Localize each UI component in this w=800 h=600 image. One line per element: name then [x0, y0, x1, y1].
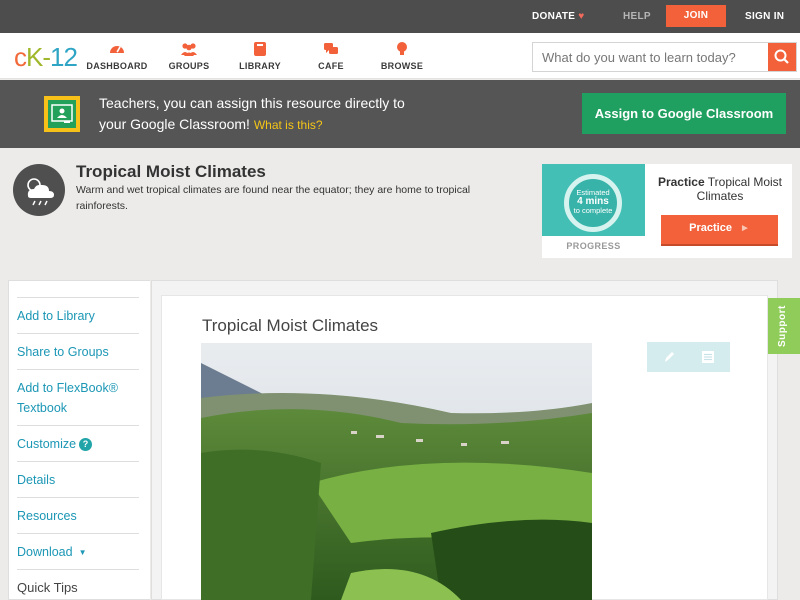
concept-description: Warm and wet tropical climates are found… [76, 184, 471, 212]
nav-dashboard-label: DASHBOARD [86, 61, 148, 71]
article-title: Tropical Moist Climates [202, 316, 379, 335]
sidebar-customize[interactable]: Customize? [17, 425, 139, 454]
practice-button[interactable]: Practice ► [661, 215, 778, 244]
people-icon [181, 43, 197, 56]
practice-title-rest: Tropical Moist Climates [696, 175, 783, 203]
logo-dash: - [42, 42, 51, 72]
practice-button-label: Practice [689, 222, 732, 234]
help-icon[interactable]: ? [79, 438, 93, 451]
logo-c: c [14, 42, 27, 72]
notes-icon[interactable] [700, 349, 716, 365]
nav-cafe[interactable]: CAFE [296, 41, 366, 71]
chevron-right-icon: ► [739, 223, 750, 234]
sidebar-add-to-flexbook[interactable]: Add to FlexBook® Textbook [17, 369, 139, 418]
nav-cafe-label: CAFE [318, 61, 344, 71]
chat-bubbles-icon [324, 43, 338, 54]
search-button[interactable] [768, 43, 796, 71]
sidebar-share-to-groups[interactable]: Share to Groups [17, 333, 139, 362]
nav-library-label: LIBRARY [239, 61, 281, 71]
sidebar-download-label: Download [17, 545, 73, 559]
progress-label: PROGRESS [566, 241, 621, 251]
nav-groups-label: GROUPS [168, 61, 210, 71]
tropical-landscape-image [201, 343, 592, 600]
sidebar-download[interactable]: Download ▼ [17, 533, 139, 563]
sidebar-details[interactable]: Details [17, 461, 139, 490]
article-tools [647, 342, 730, 372]
practice-title-bold: Practice [657, 175, 705, 189]
page: DONATE ♥ HELP JOIN SIGN IN cK-12 DASHBOAR… [0, 0, 800, 600]
nav-browse[interactable]: BROWSE [367, 41, 437, 71]
assign-to-classroom-button[interactable]: Assign to Google Classroom [582, 93, 786, 134]
support-tab[interactable]: Support [768, 298, 800, 354]
google-classroom-banner: Teachers, you can assign this resource d… [0, 80, 800, 148]
practice-card: Estimated 4 mins to complete PROGRESS Pr… [542, 164, 792, 258]
search-box [532, 42, 797, 72]
support-label: Support [777, 305, 788, 347]
concept-title: Tropical Moist Climates [76, 162, 266, 181]
classroom-message: Teachers, you can assign this resource d… [99, 93, 539, 136]
estimate-line3: to complete [573, 206, 613, 215]
book-icon [254, 42, 266, 56]
progress-graphic: Estimated 4 mins to complete [542, 164, 645, 236]
cloud-rain-icon [13, 164, 65, 216]
help-link[interactable]: HELP [623, 0, 651, 33]
logo-12: 12 [50, 42, 78, 72]
logo-k: K [26, 42, 43, 72]
utility-bar: DONATE ♥ HELP JOIN SIGN IN [0, 0, 800, 33]
quick-tips-heading: Quick Tips [17, 569, 139, 598]
lightbulb-icon [397, 42, 407, 55]
sidebar-add-to-library[interactable]: Add to Library [17, 297, 139, 326]
caret-down-icon: ▼ [78, 548, 87, 557]
heart-icon: ♥ [578, 11, 585, 22]
search-input[interactable] [533, 43, 769, 71]
nav-library[interactable]: LIBRARY [225, 41, 295, 71]
sidebar-resources[interactable]: Resources [17, 497, 139, 526]
what-is-this-link[interactable]: What is this? [254, 118, 323, 132]
gauge-icon [110, 46, 124, 53]
progress-ring: Estimated 4 mins to complete [564, 174, 622, 232]
pencil-icon[interactable] [661, 349, 677, 365]
sidebar: Add to Library Share to Groups Add to Fl… [8, 280, 150, 600]
classroom-message-line2: your Google Classroom! [99, 116, 250, 132]
donate-link[interactable]: DONATE ♥ [532, 0, 585, 33]
search-icon [774, 49, 789, 64]
donate-label: DONATE [532, 11, 576, 22]
nav-browse-label: BROWSE [380, 61, 424, 71]
nav-groups[interactable]: GROUPS [154, 41, 224, 71]
sidebar-customize-label: Customize [17, 437, 77, 451]
sign-in-link[interactable]: SIGN IN [745, 0, 784, 33]
join-button[interactable]: JOIN [666, 5, 726, 27]
ck12-logo[interactable]: cK-12 [14, 42, 78, 73]
google-classroom-icon [44, 96, 80, 132]
estimate-text: Estimated 4 mins to complete [569, 188, 617, 215]
classroom-message-line1: Teachers, you can assign this resource d… [99, 95, 405, 111]
main-nav: cK-12 DASHBOARD GROUPS LIBRARY CAFE BROW… [0, 33, 800, 79]
nav-dashboard[interactable]: DASHBOARD [82, 41, 152, 71]
practice-title: Practice Tropical Moist Climates [652, 175, 788, 203]
